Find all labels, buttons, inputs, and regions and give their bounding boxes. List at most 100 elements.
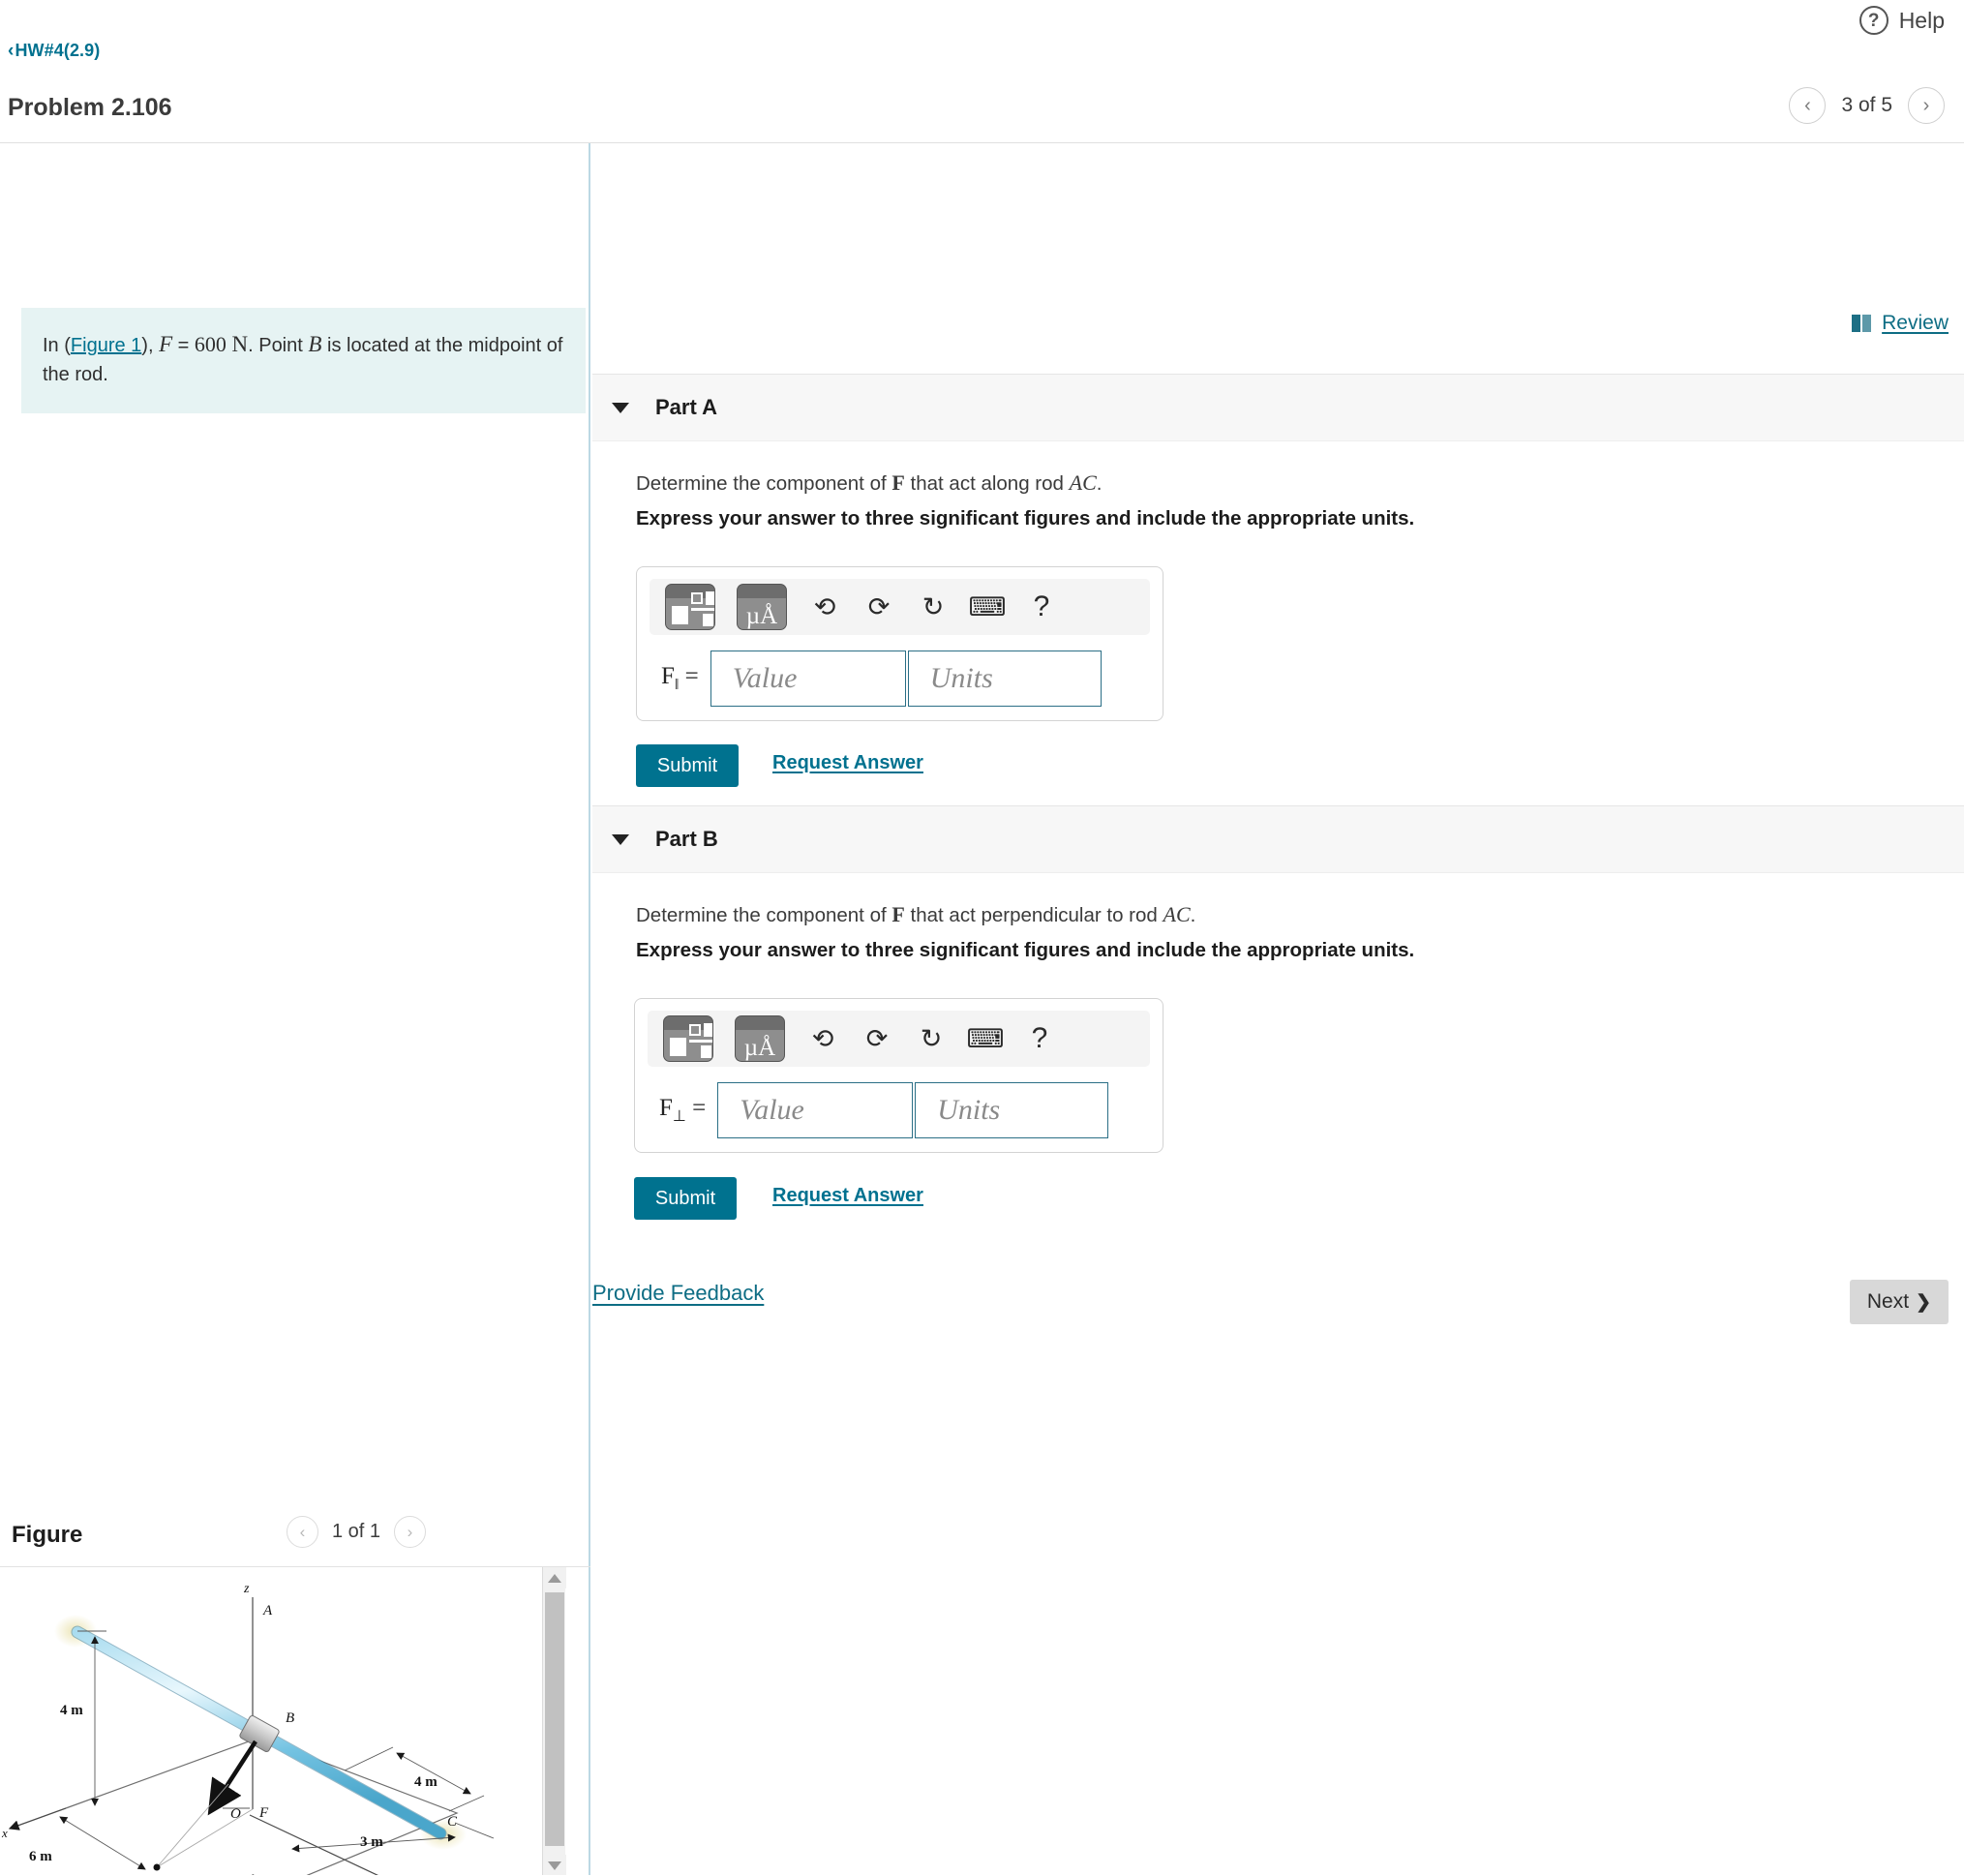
figure-prev-button[interactable]: ‹: [286, 1516, 318, 1548]
right-panel: Review Part A Determine the component of…: [592, 143, 1964, 1875]
svg-text:4 m: 4 m: [60, 1703, 83, 1718]
chevron-left-icon: ‹: [299, 1522, 306, 1541]
part-a-header[interactable]: Part A: [592, 374, 1964, 441]
math-template-icon[interactable]: [665, 584, 715, 630]
review-label: Review: [1882, 312, 1949, 334]
part-b-answer-box: µÅ ⟲ ⟳ ↻ ⌨ ? F⊥ = Value Units: [634, 998, 1163, 1153]
var-subscript: ⊥: [672, 1108, 686, 1125]
redo-icon[interactable]: ⟳: [861, 1022, 893, 1055]
math-help-icon[interactable]: ?: [1025, 590, 1058, 623]
scroll-down-arrow[interactable]: [543, 1855, 566, 1875]
part-a-label: Part A: [655, 395, 717, 419]
part-a-prompt: Determine the component of F that act al…: [636, 470, 1102, 496]
prev-problem-button[interactable]: ‹: [1789, 87, 1827, 124]
book-icon: [1852, 315, 1872, 332]
provide-feedback-link[interactable]: Provide Feedback: [592, 1281, 764, 1306]
pager-label: 3 of 5: [1841, 94, 1892, 116]
reset-icon[interactable]: ↻: [917, 590, 950, 623]
part-b-instruction: Express your answer to three significant…: [636, 939, 1415, 961]
figure-scrollbar[interactable]: [542, 1567, 566, 1875]
chevron-right-icon: ›: [1922, 94, 1930, 116]
undo-icon[interactable]: ⟲: [806, 1022, 839, 1055]
part-a-request-answer-link[interactable]: Request Answer: [772, 752, 923, 774]
part-b-prompt: Determine the component of F that act pe…: [636, 902, 1195, 927]
part-a-instruction: Express your answer to three significant…: [636, 507, 1415, 530]
var-equals: =: [679, 663, 699, 689]
svg-text:x: x: [1, 1826, 8, 1840]
part-b-request-answer-link[interactable]: Request Answer: [772, 1185, 923, 1207]
var-b: B: [308, 332, 322, 356]
help-label: Help: [1898, 7, 1945, 33]
help-button[interactable]: ? Help: [1858, 6, 1945, 35]
prompt-pre: Determine the component of: [636, 904, 892, 926]
figure-title: Figure: [12, 1521, 83, 1548]
scrollbar-thumb[interactable]: [545, 1592, 564, 1846]
breadcrumb-link[interactable]: ‹HW#4(2.9): [8, 41, 100, 62]
redo-icon[interactable]: ⟳: [862, 590, 895, 623]
statement-tail-1: . Point: [248, 335, 309, 356]
keyboard-icon[interactable]: ⌨: [969, 590, 1007, 623]
svg-text:6 m: 6 m: [29, 1849, 52, 1864]
units-placeholder: Units: [929, 662, 993, 694]
part-a-math-toolbar: µÅ ⟲ ⟳ ↻ ⌨ ?: [650, 579, 1150, 635]
part-b-submit-button[interactable]: Submit: [634, 1177, 737, 1220]
var-symbol: F: [661, 663, 675, 689]
var-f-bold: F: [891, 902, 905, 926]
math-template-icon[interactable]: [663, 1015, 713, 1062]
prompt-pre: Determine the component of: [636, 472, 892, 495]
review-link[interactable]: Review: [1852, 312, 1949, 335]
figure-1-link[interactable]: Figure 1: [71, 335, 141, 356]
part-b-variable-label: F⊥ =: [648, 1095, 717, 1126]
math-help-icon[interactable]: ?: [1023, 1022, 1056, 1055]
figure-next-button[interactable]: ›: [394, 1516, 426, 1548]
svg-text:B: B: [286, 1710, 294, 1726]
keyboard-icon[interactable]: ⌨: [967, 1022, 1005, 1055]
svg-text:C: C: [447, 1814, 458, 1830]
reset-icon[interactable]: ↻: [915, 1022, 948, 1055]
part-a-units-input[interactable]: Units: [907, 651, 1102, 707]
part-a-value-input[interactable]: Value: [710, 651, 906, 707]
next-button[interactable]: Next ❯: [1849, 1280, 1949, 1324]
question-circle-icon: ?: [1858, 6, 1888, 35]
var-f-bold: F: [891, 470, 905, 495]
next-problem-button[interactable]: ›: [1908, 87, 1945, 124]
var-symbol: F: [659, 1095, 673, 1121]
chevron-right-icon: ›: [407, 1522, 413, 1541]
units-icon[interactable]: µÅ: [737, 584, 787, 630]
force-unit: N: [231, 332, 249, 356]
svg-text:z: z: [243, 1582, 250, 1596]
figure-header: Figure ‹ 1 of 1 ›: [0, 1503, 590, 1566]
chevron-left-icon: ‹: [8, 41, 15, 61]
svg-text:A: A: [262, 1603, 273, 1619]
rod-ac: AC: [1163, 902, 1191, 926]
breadcrumb-label: HW#4(2.9): [15, 41, 101, 60]
prompt-mid: that act perpendicular to rod: [904, 904, 1163, 926]
chevron-left-icon: ‹: [1804, 94, 1811, 116]
var-equals: =: [685, 1095, 707, 1121]
page-title: Problem 2.106: [8, 94, 172, 121]
part-b-value-input[interactable]: Value: [717, 1082, 914, 1138]
chevron-down-icon: [612, 402, 629, 413]
part-b-units-input[interactable]: Units: [915, 1082, 1109, 1138]
part-a-variable-label: F‖ =: [650, 663, 710, 694]
content-area: In (Figure 1), F = 600 N. Point B is loc…: [0, 143, 1964, 1875]
figure-diagram: z x y: [1, 1582, 495, 1875]
prompt-mid: that act along rod: [904, 472, 1070, 495]
part-b-math-toolbar: µÅ ⟲ ⟳ ↻ ⌨ ?: [648, 1011, 1150, 1067]
part-b-header[interactable]: Part B: [592, 805, 1964, 873]
units-icon[interactable]: µÅ: [735, 1015, 785, 1062]
svg-text:4 m: 4 m: [414, 1774, 438, 1790]
prompt-end: .: [1096, 472, 1103, 495]
figure-pager-label: 1 of 1: [331, 1521, 380, 1542]
units-placeholder: Units: [937, 1094, 1001, 1126]
figure-pager: ‹ 1 of 1 ›: [286, 1516, 426, 1548]
left-panel: In (Figure 1), F = 600 N. Point B is loc…: [0, 143, 590, 1875]
top-bar: ? Help ‹HW#4(2.9) Problem 2.106 ‹ 3 of 5…: [0, 0, 1964, 143]
part-a-submit-button[interactable]: Submit: [636, 744, 739, 787]
statement-mid: ),: [141, 335, 160, 356]
chevron-right-icon: ❯: [1916, 1291, 1931, 1313]
part-a-answer-row: F‖ = Value Units: [650, 651, 1150, 707]
undo-icon[interactable]: ⟲: [808, 590, 841, 623]
scroll-up-arrow[interactable]: [543, 1567, 566, 1589]
chevron-down-icon: [612, 833, 629, 845]
